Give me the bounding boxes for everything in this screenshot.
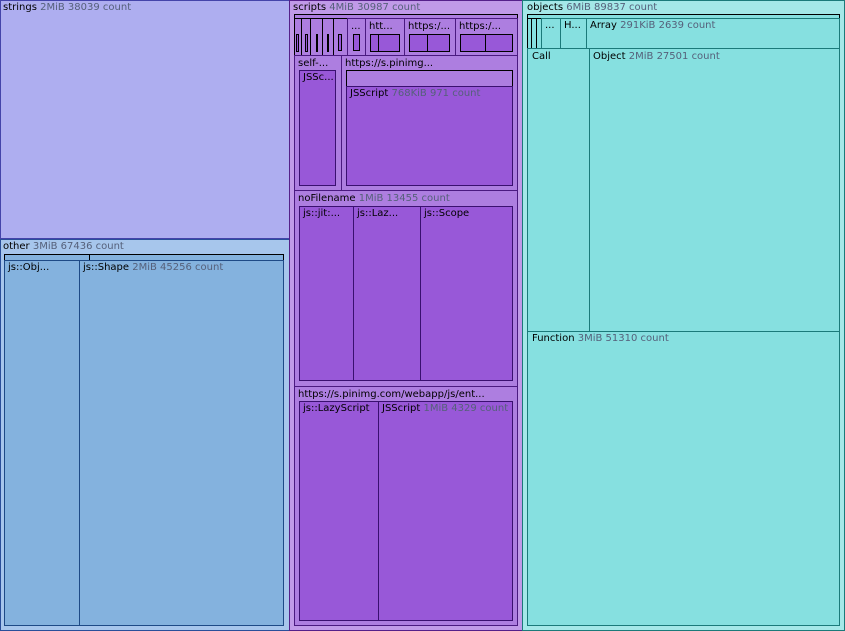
scripts-self-jssc-cell[interactable]: JSSc...	[299, 70, 336, 186]
scripts-https2-cell[interactable]: https:/...	[455, 18, 518, 56]
scripts-https1-cell[interactable]: https:/...	[404, 18, 456, 56]
scripts-https1-inner-a[interactable]	[409, 34, 428, 52]
scripts-ellipsis-inner[interactable]	[353, 34, 360, 51]
other-js-obj-label: js::Obj...	[8, 262, 50, 273]
strings-cell[interactable]: strings 2MiB 38039 count	[0, 0, 290, 239]
other-js-obj-cell[interactable]: js::Obj...	[4, 260, 80, 626]
scripts-nofilename-label: noFilename 1MiB 13455 count	[298, 193, 450, 204]
other-js-shape-cell[interactable]: js::Shape 2MiB 45256 count	[79, 260, 284, 626]
scripts-tiny-2-inner[interactable]	[305, 34, 308, 52]
scripts-webapp-jsscript-cell[interactable]: JSScript 1MiB 4329 count	[378, 401, 513, 621]
scripts-https2-inner-a[interactable]	[460, 34, 486, 52]
scripts-htt-inner-b[interactable]	[378, 34, 400, 52]
scripts-htt-label: htt...	[369, 21, 393, 32]
scripts-https1-label: https:/...	[408, 21, 451, 32]
scripts-https2-inner-b[interactable]	[485, 34, 513, 52]
objects-array-label: Array 291KiB 2639 count	[590, 20, 716, 31]
scripts-htt-cell[interactable]: htt...	[365, 18, 405, 56]
objects-call-label: Call	[532, 51, 551, 62]
scripts-tiny-4-inner[interactable]	[327, 34, 329, 52]
objects-h-cell[interactable]: H...	[560, 18, 587, 49]
scripts-label: scripts 4MiB 30987 count	[293, 2, 421, 13]
objects-label: objects 6MiB 89837 count	[527, 2, 658, 13]
scripts-jslaz-cell[interactable]: js::Laz...	[353, 206, 421, 381]
objects-ellipsis-cell[interactable]: ...	[541, 18, 561, 49]
objects-call-cell[interactable]: Call	[527, 48, 590, 332]
scripts-tiny-3-inner[interactable]	[316, 34, 318, 52]
scripts-pinimg-jsscript-label: JSScript 768KiB 971 count	[350, 88, 481, 99]
scripts-ellipsis-cell[interactable]: ...	[347, 18, 366, 56]
objects-object-label: Object 2MiB 27501 count	[593, 51, 720, 62]
objects-function-cell[interactable]: Function 3MiB 51310 count	[527, 331, 840, 626]
strings-label: strings 2MiB 38039 count	[3, 2, 132, 13]
scripts-jsjit-cell[interactable]: js::jit:...	[299, 206, 354, 381]
scripts-pinimg-jsscript-cell[interactable]: JSScript 768KiB 971 count	[346, 86, 513, 186]
scripts-pinimg-sliver[interactable]	[346, 70, 513, 87]
scripts-tiny-1-inner[interactable]	[296, 34, 299, 52]
scripts-https1-inner-b[interactable]	[427, 34, 450, 52]
scripts-https2-label: https:/...	[459, 21, 502, 32]
objects-array-cell[interactable]: Array 291KiB 2639 count	[586, 18, 840, 49]
scripts-jslaz-label: js::Laz...	[357, 208, 399, 219]
scripts-lazyscript-cell[interactable]: js::LazyScript	[299, 401, 379, 621]
scripts-self-jssc-label: JSSc...	[303, 72, 334, 83]
scripts-webapp-jsscript-label: JSScript 1MiB 4329 count	[382, 403, 509, 414]
objects-ellipsis-label: ...	[545, 20, 555, 31]
scripts-jsscope-label: js::Scope	[424, 208, 470, 219]
scripts-self-label: self-...	[298, 58, 329, 69]
other-label: other 3MiB 67436 count	[3, 241, 124, 252]
scripts-tiny-5-inner[interactable]	[338, 34, 342, 51]
objects-object-cell[interactable]: Object 2MiB 27501 count	[589, 48, 840, 332]
scripts-webapp-label: https://s.pinimg.com/webapp/js/ent...	[298, 389, 485, 400]
scripts-lazyscript-label: js::LazyScript	[303, 403, 370, 414]
scripts-ellipsis-label: ...	[351, 21, 361, 32]
other-js-shape-label: js::Shape 2MiB 45256 count	[83, 262, 224, 273]
objects-function-label: Function 3MiB 51310 count	[532, 333, 669, 344]
scripts-pinimg-label: https://s.pinimg...	[345, 58, 434, 69]
scripts-jsscope-cell[interactable]: js::Scope	[420, 206, 513, 381]
objects-h-label: H...	[564, 20, 581, 31]
scripts-jsjit-label: js::jit:...	[303, 208, 341, 219]
